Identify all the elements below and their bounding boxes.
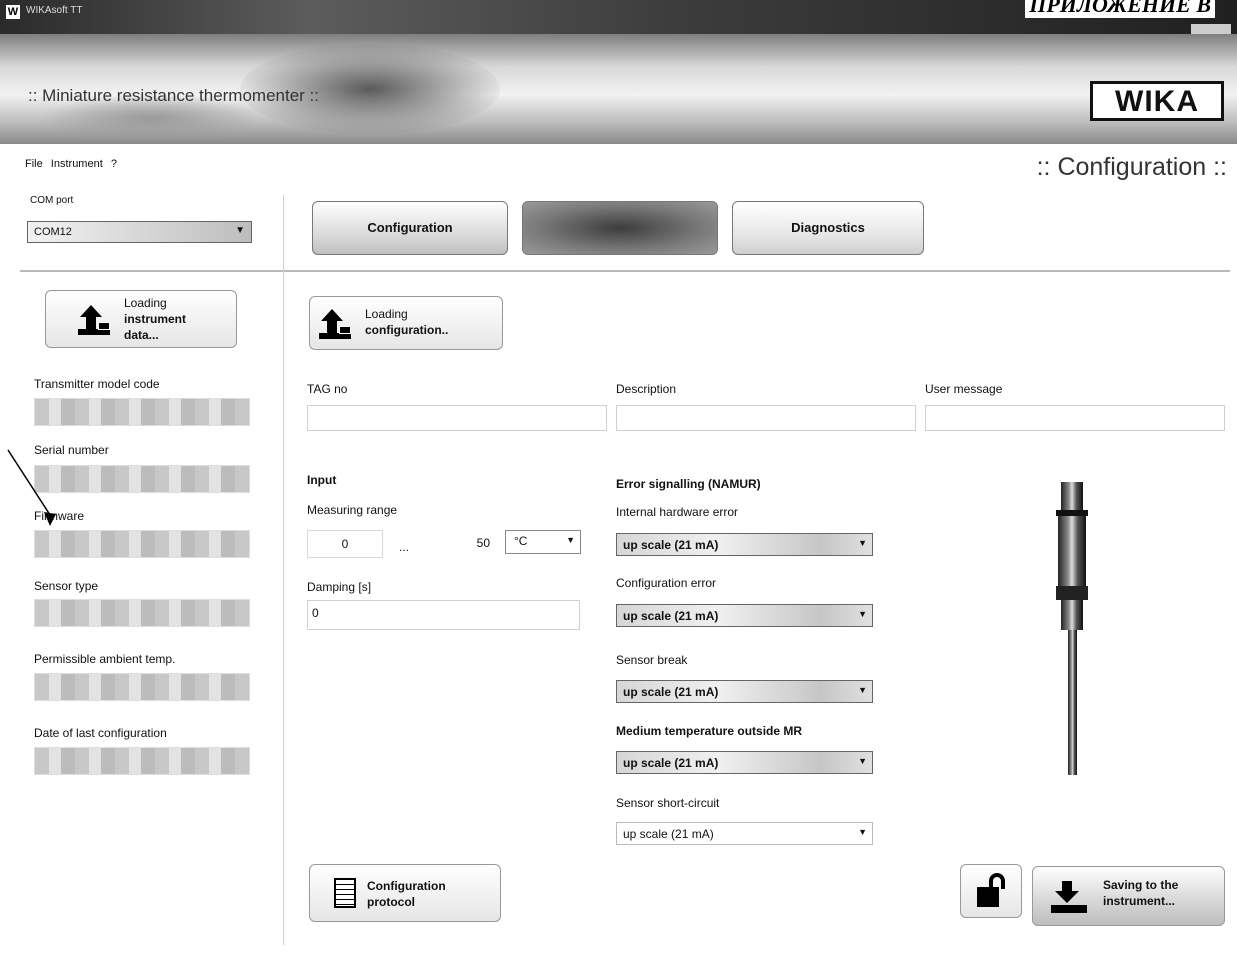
load-config-label-1: Loading — [365, 307, 408, 321]
upload-icon — [319, 309, 351, 339]
input-section-title: Input — [307, 473, 337, 487]
tab-diagnostics[interactable]: Diagnostics — [732, 201, 924, 255]
description-input[interactable] — [616, 405, 916, 431]
error-signalling-title: Error signalling (NAMUR) — [616, 477, 761, 491]
internal-hardware-error-select[interactable]: up scale (21 mA) ▼ — [616, 533, 873, 556]
medium-temp-label: Medium temperature outside MR — [616, 724, 803, 738]
com-port-select[interactable]: COM12 ▼ — [27, 221, 252, 243]
user-message-label: User message — [925, 382, 1003, 396]
chevron-down-icon: ▼ — [858, 609, 867, 619]
load-instrument-data-button[interactable]: Loading instrument data... — [45, 290, 237, 348]
chevron-down-icon: ▼ — [858, 685, 867, 695]
load-instrument-label-1: Loading — [124, 296, 167, 310]
configuration-error-value: up scale (21 mA) — [623, 609, 719, 623]
save-to-instrument-button[interactable]: Saving to the instrument... — [1032, 866, 1225, 926]
wika-app-icon: W — [6, 5, 20, 19]
save-label-2: instrument... — [1103, 894, 1176, 908]
sensor-break-select[interactable]: up scale (21 mA) ▼ — [616, 680, 873, 703]
menu-help[interactable]: ? — [111, 158, 117, 170]
page-corner-text: ПРИЛОЖЕНИЕ В — [1025, 0, 1215, 18]
banner-title: :: Miniature resistance thermomenter :: — [28, 86, 320, 105]
chevron-down-icon: ▼ — [235, 225, 245, 236]
sensor-break-value: up scale (21 mA) — [623, 685, 719, 699]
damping-label: Damping [s] — [307, 580, 372, 594]
medium-temp-select[interactable]: up scale (21 mA) ▼ — [616, 751, 873, 774]
configuration-error-label: Configuration error — [616, 576, 717, 590]
protocol-label-1: Configuration — [367, 879, 446, 893]
horizontal-divider — [20, 270, 1230, 272]
load-instrument-label-3: data... — [124, 328, 159, 342]
damping-input[interactable]: 0 — [307, 600, 580, 630]
transmitter-model-code-label: Transmitter model code — [34, 377, 160, 391]
com-port-label: COM port — [30, 195, 74, 206]
menu-file[interactable]: File — [25, 158, 43, 170]
serial-number-field — [34, 465, 250, 493]
sensor-short-circuit-value: up scale (21 mA) — [623, 827, 714, 841]
configuration-protocol-button[interactable]: Configuration protocol — [309, 864, 501, 922]
load-instrument-label-2: instrument — [124, 312, 187, 326]
window-title: WIKAsoft TT — [26, 5, 83, 16]
tab-configuration[interactable]: Configuration — [312, 201, 508, 255]
chevron-down-icon: ▼ — [858, 827, 867, 837]
chevron-down-icon: ▼ — [858, 756, 867, 766]
firmware-field — [34, 530, 250, 558]
load-config-label-2: configuration.. — [365, 323, 449, 337]
menu-instrument[interactable]: Instrument — [51, 158, 103, 170]
upload-icon — [78, 305, 110, 335]
lock-body — [977, 887, 999, 907]
description-label: Description — [616, 382, 677, 396]
user-message-input[interactable] — [925, 405, 1225, 431]
protocol-label-2: protocol — [367, 895, 415, 909]
download-icon — [1051, 881, 1087, 913]
tab-measurement[interactable] — [522, 201, 718, 255]
range-separator: ... — [399, 540, 410, 554]
ambient-temp-label: Permissible ambient temp. — [34, 652, 176, 666]
ambient-temp-field — [34, 673, 250, 701]
sensor-type-label: Sensor type — [34, 579, 99, 593]
document-icon — [334, 878, 356, 908]
wika-logo: WIKA — [1090, 81, 1224, 121]
unlock-button[interactable] — [960, 864, 1022, 918]
tag-no-label: TAG no — [307, 382, 348, 396]
chevron-down-icon: ▼ — [566, 535, 575, 545]
thermometer-image — [1056, 482, 1088, 775]
transmitter-model-code-field — [34, 398, 250, 426]
annotation-arrow — [7, 449, 56, 526]
save-label-1: Saving to the — [1103, 878, 1179, 892]
com-port-value: COM12 — [34, 226, 72, 238]
load-configuration-button[interactable]: Loading configuration.. — [309, 296, 503, 350]
configuration-error-select[interactable]: up scale (21 mA) ▼ — [616, 604, 873, 627]
section-title: :: Configuration :: — [1036, 153, 1227, 181]
range-max-input[interactable]: 50 — [420, 530, 496, 558]
window-controls[interactable] — [1191, 24, 1231, 34]
chevron-down-icon: ▼ — [858, 538, 867, 548]
last-config-date-label: Date of last configuration — [34, 726, 167, 740]
internal-hardware-error-label: Internal hardware error — [616, 505, 739, 519]
medium-temp-value: up scale (21 mA) — [623, 756, 719, 770]
sensor-type-field — [34, 599, 250, 627]
sensor-short-circuit-label: Sensor short-circuit — [616, 796, 720, 810]
sensor-short-circuit-select[interactable]: up scale (21 mA) ▼ — [616, 822, 873, 845]
measuring-range-label: Measuring range — [307, 503, 398, 517]
internal-hardware-error-value: up scale (21 mA) — [623, 538, 719, 552]
unit-select[interactable]: °C ▼ — [505, 530, 581, 554]
last-config-date-field — [34, 747, 250, 775]
unit-value: °C — [514, 534, 528, 548]
menu-bar: File Instrument ? — [25, 158, 122, 170]
range-min-input[interactable]: 0 — [307, 530, 383, 558]
vertical-divider — [283, 195, 284, 945]
header-banner: :: Miniature resistance thermomenter :: … — [0, 34, 1237, 144]
tag-no-input[interactable] — [307, 405, 607, 431]
sensor-break-label: Sensor break — [616, 653, 688, 667]
